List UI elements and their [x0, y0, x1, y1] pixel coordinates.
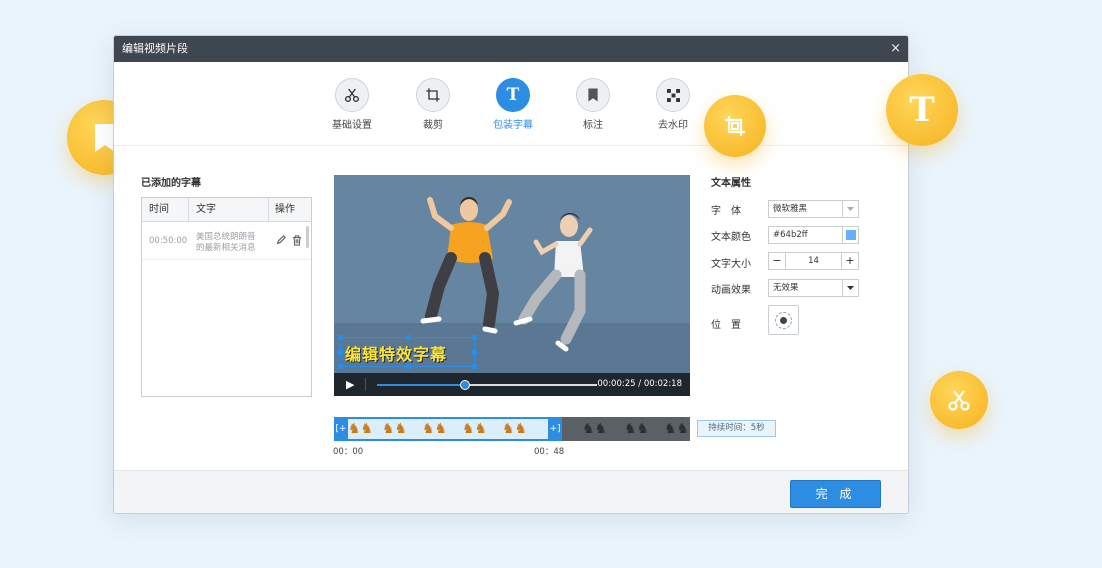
column-actions: 操作	[275, 204, 295, 215]
decrease-size-button[interactable]: −	[769, 253, 786, 269]
animation-label: 动画效果	[711, 285, 751, 296]
crop-icon	[725, 116, 745, 136]
subtitle-table: 时间 文字 操作 00:50:00 美国总统朗朗普 的最新相关消息	[141, 197, 312, 397]
dialog-title: 编辑视频片段	[122, 42, 188, 55]
scissors-bubble	[930, 371, 988, 429]
progress-bar[interactable]	[377, 380, 597, 390]
subtitles-section-title: 已添加的字幕	[141, 178, 201, 189]
column-text: 文字	[196, 204, 216, 215]
edit-icon[interactable]	[276, 235, 286, 245]
position-picker[interactable]	[768, 305, 799, 335]
scrollbar[interactable]	[306, 226, 309, 248]
frame-thumbnail: ♞♞	[582, 421, 608, 437]
bookmark-icon	[588, 88, 598, 102]
done-button[interactable]: 完 成	[790, 480, 881, 508]
timeline-end-handle[interactable]: +]	[548, 417, 562, 441]
delete-icon[interactable]	[292, 235, 302, 246]
video-preview[interactable]: 编辑特效字幕 ▶ 00:00:25 / 00:02:18	[334, 175, 690, 396]
color-label: 文本颜色	[711, 232, 751, 243]
tab-subtitles[interactable]: T 包装字幕	[478, 78, 548, 131]
play-button[interactable]: ▶	[346, 373, 354, 396]
edit-video-dialog: 编辑视频片段 × 基础设置 裁剪 T 包装字幕 标注 去水印 已添加的字幕 时间	[113, 35, 909, 514]
table-row[interactable]: 00:50:00 美国总统朗朗普 的最新相关消息	[142, 222, 311, 260]
font-value: 微软雅黑	[773, 204, 808, 214]
tab-remove-watermark-label: 去水印	[658, 120, 688, 131]
column-time: 时间	[149, 204, 169, 215]
player-controls: ▶ 00:00:25 / 00:02:18	[334, 373, 690, 396]
dialog-footer: 完 成	[114, 470, 908, 513]
tab-annotate-label: 标注	[583, 120, 603, 131]
text-properties-title: 文本属性	[711, 178, 751, 189]
frame-thumbnail: ♞♞	[348, 421, 374, 437]
frame-thumbnail: ♞♞	[664, 421, 690, 437]
tab-basic-settings-label: 基础设置	[332, 120, 372, 131]
dialog-titlebar: 编辑视频片段 ×	[114, 36, 908, 62]
timeline-strip[interactable]: [+ +] ♞♞ ♞♞ ♞♞ ♞♞ ♞♞ ♞♞ ♞♞ ♞♞	[334, 417, 690, 441]
close-icon[interactable]: ×	[890, 36, 901, 62]
timeline-start-label: 00：00	[333, 447, 364, 457]
animation-select[interactable]: 无效果	[768, 279, 859, 297]
timeline-start-handle[interactable]: [+	[334, 417, 348, 441]
increase-size-button[interactable]: +	[841, 253, 858, 269]
color-value: #64b2ff	[773, 230, 808, 240]
position-label: 位 置	[711, 320, 741, 331]
font-select[interactable]: 微软雅黑	[768, 200, 859, 218]
scissors-icon	[345, 88, 359, 102]
color-input[interactable]: #64b2ff	[768, 226, 859, 244]
tab-remove-watermark[interactable]: 去水印	[638, 78, 708, 131]
font-size-value[interactable]: 14	[786, 253, 841, 269]
animation-value: 无效果	[773, 283, 799, 293]
duration-tooltip: 持续时间：5秒	[697, 420, 776, 437]
color-swatch[interactable]	[842, 227, 858, 243]
dancer-figure	[513, 213, 593, 352]
text-icon: T	[506, 85, 520, 105]
font-size-stepper[interactable]: − 14 +	[768, 252, 859, 270]
crop-icon	[426, 88, 440, 102]
timeline-end-label: 00：48	[534, 447, 565, 457]
row-text-line2: 的最新相关消息	[196, 243, 256, 253]
text-icon: T	[909, 90, 935, 130]
row-time: 00:50:00	[149, 236, 188, 246]
caption-text[interactable]: 编辑特效字幕	[345, 341, 447, 365]
tab-basic-settings[interactable]: 基础设置	[317, 78, 387, 131]
tool-tabs: 基础设置 裁剪 T 包装字幕 标注 去水印	[114, 62, 908, 146]
tab-crop-label: 裁剪	[423, 120, 443, 131]
font-label: 字 体	[711, 206, 741, 217]
progress-knob[interactable]	[460, 380, 470, 390]
frame-thumbnail: ♞♞	[624, 421, 650, 437]
tab-annotate[interactable]: 标注	[558, 78, 628, 131]
chevron-down-icon[interactable]	[842, 201, 858, 217]
size-label: 文字大小	[711, 259, 751, 270]
timecode: 00:00:25 / 00:02:18	[597, 379, 682, 389]
mosaic-icon	[666, 88, 680, 102]
frame-thumbnail: ♞♞	[422, 421, 448, 437]
frame-thumbnail: ♞♞	[502, 421, 528, 437]
chevron-down-icon[interactable]	[842, 280, 858, 296]
subtitle-table-header: 时间 文字 操作	[142, 198, 311, 222]
tab-subtitles-label: 包装字幕	[493, 120, 533, 131]
frame-thumbnail: ♞♞	[382, 421, 408, 437]
text-bubble: T	[886, 74, 958, 146]
frame-thumbnail: ♞♞	[462, 421, 488, 437]
crop-bubble	[704, 95, 766, 157]
progress-fill	[377, 384, 465, 386]
tab-crop[interactable]: 裁剪	[398, 78, 468, 131]
scissors-icon	[948, 390, 970, 411]
